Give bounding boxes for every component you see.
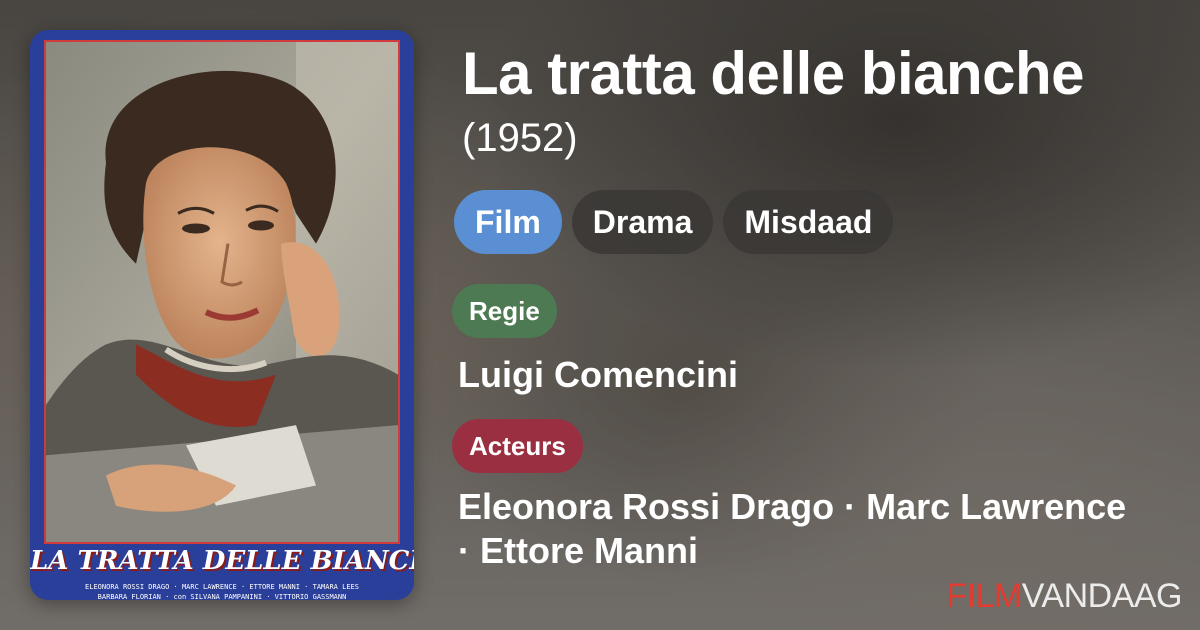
poster-artwork-frame [44, 40, 400, 544]
director-label-badge: Regie [452, 284, 557, 338]
genre-chip-drama[interactable]: Drama [571, 190, 714, 254]
poster-credits: ELEONORA ROSSI DRAGO · MARC LAWRENCE · E… [48, 582, 396, 600]
cast-label-badge: Acteurs [452, 419, 583, 473]
movie-title: La tratta delle bianche [462, 40, 1085, 107]
cast-list: Eleonora Rossi Drago · Marc Lawrence · E… [458, 485, 1188, 573]
genre-chip-misdaad[interactable]: Misdaad [723, 190, 894, 254]
movie-year: (1952) [462, 116, 578, 160]
genre-chip-film[interactable]: Film [454, 190, 562, 254]
movie-poster: LA TRATTA DELLE BIANCHE ELEONORA ROSSI D… [30, 30, 414, 600]
director-name[interactable]: Luigi Comencini [458, 352, 738, 398]
poster-credits-line: BARBARA FLORIAN · con SILVANA PAMPANINI … [97, 593, 347, 600]
logo-part-vandaag: VANDAAG [1021, 577, 1183, 615]
logo-part-film: FILM [946, 577, 1022, 615]
poster-portrait-image [46, 42, 398, 542]
poster-title-text: LA TRATTA DELLE BIANCHE [30, 546, 414, 576]
genre-chip-list: Film Drama Misdaad [454, 190, 894, 254]
filmvandaag-logo[interactable]: FILMVANDAAG [946, 577, 1182, 616]
poster-credits-line: ELEONORA ROSSI DRAGO · MARC LAWRENCE · E… [85, 583, 359, 591]
cast-line[interactable]: · Ettore Manni [458, 529, 1188, 573]
cast-line[interactable]: Eleonora Rossi Drago · Marc Lawrence [458, 485, 1188, 529]
